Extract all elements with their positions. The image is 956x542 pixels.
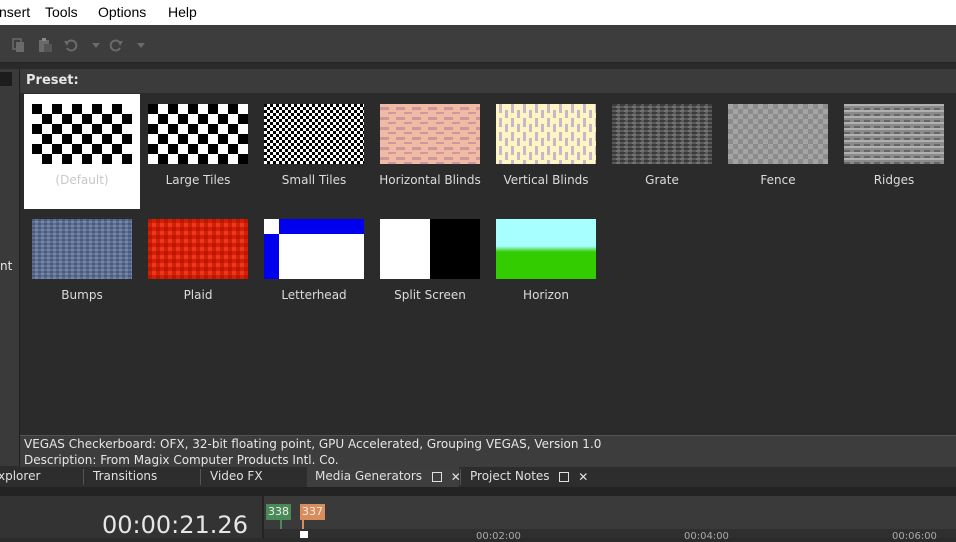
ruler-label: 00:04:00 <box>684 531 729 542</box>
tab-video-fx[interactable]: Video FX <box>210 467 306 487</box>
preset-header: Preset: <box>20 69 956 93</box>
preset-label-large-tiles: Large Tiles <box>165 173 231 187</box>
plaid-thumb <box>148 219 248 279</box>
ruler-track <box>264 529 956 538</box>
tab-label-media-generators: Media Generators <box>315 469 423 483</box>
preset-label-ridges: Ridges <box>873 173 915 187</box>
grate-thumb <box>612 104 712 164</box>
preset-ridges[interactable]: Ridges <box>836 94 952 209</box>
menu-options[interactable]: Options <box>98 4 146 20</box>
preset-default[interactable]: (Default) <box>24 94 140 209</box>
left-panel-handle[interactable] <box>0 72 12 86</box>
left-panel: nt <box>0 69 20 466</box>
ridges-thumb <box>844 104 944 164</box>
preset-label: Preset: <box>26 73 79 88</box>
tab-explorer[interactable]: xplorer <box>0 467 82 487</box>
large-tiles-thumb <box>148 104 248 164</box>
preset-vertical-blinds[interactable]: Vertical Blinds <box>488 94 604 209</box>
tab-transitions[interactable]: Transitions <box>93 467 199 487</box>
ruler-label: 00:06:00 <box>892 531 937 542</box>
horizontal-blinds-thumb <box>380 104 480 164</box>
preset-split-screen[interactable]: Split Screen <box>372 209 488 324</box>
close-icon[interactable]: ✕ <box>578 468 588 486</box>
preset-label-vertical-blinds: Vertical Blinds <box>503 173 589 187</box>
preset-small-tiles[interactable]: Small Tiles <box>256 94 372 209</box>
tab-separator <box>83 469 84 485</box>
left-panel-text: nt <box>0 259 13 273</box>
preset-label-horizontal-blinds: Horizontal Blinds <box>379 173 481 187</box>
preset-fence[interactable]: Fence <box>720 94 836 209</box>
preset-label-default: (Default) <box>55 173 109 187</box>
marker-338[interactable]: 338 <box>266 504 291 520</box>
ruler-label: 00:02:00 <box>476 531 521 542</box>
plugin-description: Description: From Magix Computer Product… <box>24 453 339 467</box>
preset-label-split-screen: Split Screen <box>394 288 466 302</box>
preset-label-fence: Fence <box>760 173 796 187</box>
tab-label-transitions: Transitions <box>93 469 158 483</box>
menu-help[interactable]: Help <box>168 4 197 20</box>
preset-large-tiles[interactable]: Large Tiles <box>140 94 256 209</box>
menu-tools[interactable]: Tools <box>45 4 78 20</box>
preset-letterhead[interactable]: Letterhead <box>256 209 372 324</box>
tab-project-notes[interactable]: Project Notes ✕ <box>470 467 592 487</box>
undo-dropdown-icon[interactable] <box>88 37 104 53</box>
marker-337[interactable]: 337 <box>300 504 325 520</box>
preset-label-plaid: Plaid <box>183 288 213 302</box>
menu-bar: nsert Tools Options Help <box>0 0 956 25</box>
maximize-icon[interactable] <box>559 471 570 482</box>
timeline-ruler[interactable]: 338 337 00:02:00 00:04:00 00:06:00 <box>264 496 956 542</box>
tab-separator <box>200 469 201 485</box>
preset-grate[interactable]: Grate <box>604 94 720 209</box>
vertical-blinds-thumb <box>496 104 596 164</box>
preset-horizontal-blinds[interactable]: Horizontal Blinds <box>372 94 488 209</box>
tab-media-generators[interactable]: Media Generators ✕ <box>307 467 461 487</box>
playhead[interactable] <box>300 531 308 538</box>
plugin-info: VEGAS Checkerboard: OFX, 32-bit floating… <box>20 435 956 468</box>
preset-grid: (Default) Large Tiles Small Tiles Horizo… <box>20 93 956 435</box>
tab-label-video-fx: Video FX <box>210 469 263 483</box>
preset-label-horizon: Horizon <box>523 288 569 302</box>
redo-dropdown-icon[interactable] <box>133 37 149 53</box>
tab-label-project-notes: Project Notes <box>470 469 550 483</box>
bumps-thumb <box>32 219 132 279</box>
toolbar <box>0 28 956 63</box>
menu-insert[interactable]: nsert <box>0 4 30 20</box>
maximize-icon[interactable] <box>431 471 442 482</box>
redo-icon[interactable] <box>108 37 124 53</box>
tab-separator <box>460 469 461 485</box>
preset-plaid[interactable]: Plaid <box>140 209 256 324</box>
timeline-area: 00:00:21.26 338 337 00:02:00 00:04:00 00… <box>0 487 956 542</box>
copy-icon[interactable] <box>10 37 26 53</box>
tab-label-explorer: xplorer <box>0 469 41 483</box>
preset-label-letterhead: Letterhead <box>281 288 347 302</box>
split-screen-thumb <box>380 219 480 279</box>
checkerboard-default-thumb <box>32 104 132 164</box>
letterhead-thumb <box>264 219 364 279</box>
plugin-info-line: VEGAS Checkerboard: OFX, 32-bit floating… <box>24 437 602 451</box>
preset-label-grate: Grate <box>645 173 679 187</box>
preset-bumps[interactable]: Bumps <box>24 209 140 324</box>
preset-label-bumps: Bumps <box>61 288 103 302</box>
preset-label-small-tiles: Small Tiles <box>281 173 347 187</box>
fence-thumb <box>728 104 828 164</box>
timecode-display[interactable]: 00:00:21.26 <box>102 511 248 539</box>
horizon-thumb <box>496 219 596 279</box>
small-tiles-thumb <box>264 104 364 164</box>
window-tabs: xplorer Transitions Video FX Media Gener… <box>0 467 956 487</box>
preset-horizon[interactable]: Horizon <box>488 209 604 324</box>
undo-icon[interactable] <box>63 37 79 53</box>
paste-icon[interactable] <box>37 37 53 53</box>
